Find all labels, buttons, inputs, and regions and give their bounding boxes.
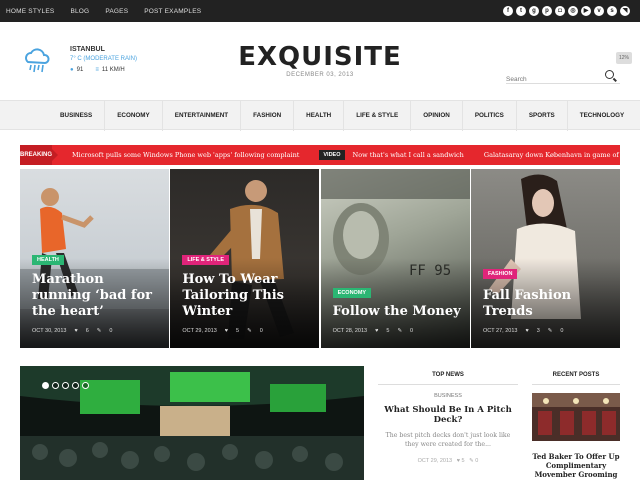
top-news-comments: 0 [475, 458, 479, 464]
tile-date: OCT 28, 2013 [332, 328, 368, 334]
facebook-icon[interactable]: f [503, 6, 513, 16]
tile-views: 5 [236, 328, 240, 334]
vimeo-icon[interactable]: v [594, 6, 604, 16]
featured-tile[interactable]: FASHION Fall Fashion Trends OCT 27, 2013… [470, 169, 620, 348]
top-news-meta: OCT 29, 2013 ♥ 5 ✎ 0 [378, 458, 518, 464]
skype-icon[interactable]: s [607, 6, 617, 16]
twitter-icon[interactable]: t [516, 6, 526, 16]
nav-opinion[interactable]: OPINION [411, 101, 463, 131]
featured-tile[interactable]: LIFE & STYLE How To Wear Tailoring This … [170, 169, 320, 348]
top-news-date: OCT 29, 2013 [417, 458, 453, 464]
video-tag: VIDEO [319, 150, 345, 160]
tile-date: OCT 30, 2013 [32, 328, 67, 334]
dribbble-icon[interactable]: ◎ [568, 6, 578, 16]
nav-life-style[interactable]: LIFE & STYLE [344, 101, 412, 131]
tile-date: OCT 29, 2013 [182, 328, 217, 334]
tile-category[interactable]: LIFE & STYLE [182, 255, 229, 265]
top-nav: HOME STYLES BLOG PAGES POST EXAMPLES [6, 0, 217, 22]
comments-icon: ✎ [96, 328, 102, 334]
tile-meta: OCT 27, 2013 ♥ 3 ✎ 0 [483, 328, 571, 334]
tile-title[interactable]: Marathon running ‘bad for the heart’ [32, 272, 161, 320]
nav-entertainment[interactable]: ENTERTAINMENT [163, 101, 242, 131]
pinterest-icon[interactable]: p [542, 6, 552, 16]
top-news-views: 5 [461, 458, 465, 464]
tile-views: 5 [386, 328, 390, 334]
breaking-item[interactable]: Now that's what I call a sandwich [353, 151, 464, 159]
search-box [506, 68, 620, 87]
top-news-excerpt: The best pitch decks don't just look lik… [385, 432, 511, 448]
tile-title[interactable]: Fall Fashion Trends [483, 288, 612, 320]
tile-title[interactable]: Follow the Money [333, 304, 462, 320]
top-news-title[interactable]: What Should Be In A Pitch Deck? [378, 405, 518, 425]
slider-dot[interactable] [42, 382, 49, 389]
search-input[interactable] [506, 72, 596, 87]
main-nav: BUSINESS ECONOMY ENTERTAINMENT FASHION H… [0, 100, 640, 131]
recent-post-title[interactable]: Ted Baker To Offer Up Complimentary Move… [532, 452, 620, 479]
top-news-category[interactable]: BUSINESS [378, 393, 518, 399]
tile-comments: 0 [259, 328, 263, 334]
youtube-icon[interactable]: ▶ [581, 6, 591, 16]
nav-economy[interactable]: ECONOMY [105, 101, 163, 131]
tile-comments: 0 [560, 328, 564, 334]
site-header: ISTANBUL 7° C (MODERATE RAIN) ● 91 ≡ 11 … [0, 22, 640, 100]
breaking-item[interactable]: Galatasaray down København in game of fi… [484, 151, 620, 159]
google-plus-icon[interactable]: g [529, 6, 539, 16]
views-icon: ♥ [456, 458, 460, 464]
tile-meta: OCT 29, 2013 ♥ 5 ✎ 0 [182, 328, 270, 334]
slider-dots [42, 382, 92, 389]
tile-views: 6 [85, 328, 89, 334]
slider-dot[interactable] [62, 382, 69, 389]
featured-tile[interactable]: HEALTH Marathon running ‘bad for the hea… [20, 169, 169, 348]
nav-health[interactable]: HEALTH [294, 101, 345, 131]
featured-tiles: HEALTH Marathon running ‘bad for the hea… [20, 169, 620, 348]
tile-comments: 0 [109, 328, 113, 334]
top-nav-post-examples[interactable]: POST EXAMPLES [144, 8, 201, 15]
slider-dot[interactable] [52, 382, 59, 389]
rss-icon[interactable]: ◥ [620, 6, 630, 16]
nav-business[interactable]: BUSINESS [48, 101, 106, 131]
nav-technology[interactable]: TECHNOLOGY [568, 101, 636, 131]
comments-icon: ✎ [547, 328, 553, 334]
top-news-widget: TOP NEWS BUSINESS What Should Be In A Pi… [378, 366, 518, 480]
views-icon: ♥ [224, 328, 229, 334]
tile-shade [320, 258, 470, 348]
comments-icon: ✎ [247, 328, 252, 334]
tile-title[interactable]: How To Wear Tailoring This Winter [182, 272, 311, 320]
tile-comments: 0 [410, 328, 414, 334]
tile-category[interactable]: FASHION [482, 269, 518, 279]
social-icons: f t g p ◘ ◎ ▶ v s ◥ [500, 6, 630, 16]
slider-dot[interactable] [72, 382, 79, 389]
comments-icon: ✎ [469, 458, 474, 464]
nav-sports[interactable]: SPORTS [517, 101, 568, 131]
top-nav-pages[interactable]: PAGES [105, 8, 128, 15]
nav-politics[interactable]: POLITICS [463, 101, 517, 131]
tile-category[interactable]: ECONOMY [332, 288, 372, 298]
top-nav-home-styles[interactable]: HOME STYLES [6, 8, 54, 15]
instagram-icon[interactable]: ◘ [555, 6, 565, 16]
views-icon: ♥ [74, 328, 78, 334]
breaking-news-label: BREAKING NEWS [20, 145, 59, 165]
breaking-item[interactable]: Microsoft pulls some Windows Phone web '… [72, 151, 299, 159]
tile-date: OCT 27, 2013 [482, 328, 518, 334]
search-badge: 12% [616, 52, 632, 64]
breaking-news-bar: BREAKING NEWS Microsoft pulls some Windo… [20, 145, 620, 165]
top-nav-blog[interactable]: BLOG [70, 8, 89, 15]
comments-icon: ✎ [397, 328, 403, 334]
recent-post-image[interactable] [532, 393, 620, 441]
recent-posts-heading: RECENT POSTS [532, 366, 620, 385]
tile-meta: OCT 28, 2013 ♥ 5 ✎ 0 [333, 328, 421, 334]
top-bar: HOME STYLES BLOG PAGES POST EXAMPLES f t… [0, 0, 640, 22]
recent-posts-widget: RECENT POSTS Ted Baker To Offer Up Compl… [532, 366, 620, 480]
tile-category[interactable]: HEALTH [32, 255, 64, 265]
tile-views: 3 [536, 328, 540, 334]
top-news-heading: TOP NEWS [378, 366, 518, 385]
views-icon: ♥ [525, 328, 529, 334]
views-icon: ♥ [375, 328, 379, 334]
image-slider[interactable] [20, 366, 364, 480]
slider-dot[interactable] [82, 382, 89, 389]
featured-tile[interactable]: FF 95 ECONOMY Follow the Money OCT 28, 2… [320, 169, 470, 348]
nav-fashion[interactable]: FASHION [241, 101, 295, 131]
search-icon[interactable] [605, 70, 614, 79]
tile-meta: OCT 30, 2013 ♥ 6 ✎ 0 [32, 328, 120, 334]
